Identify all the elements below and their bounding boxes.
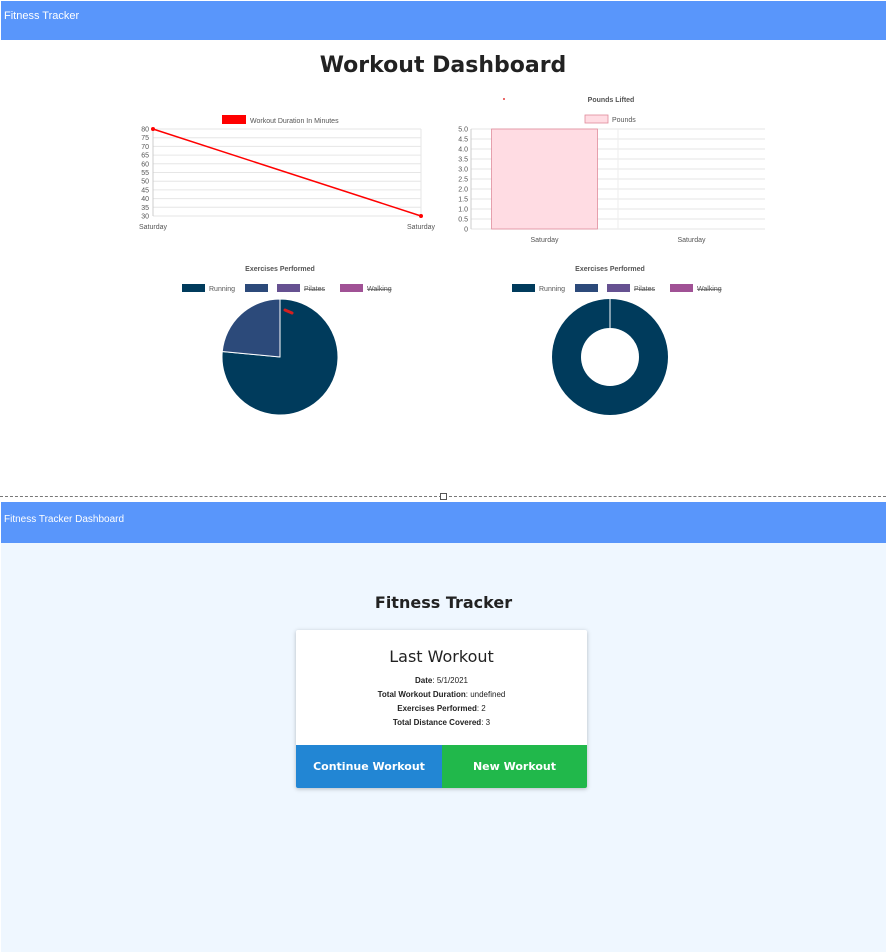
duration-value: : undefined [465,690,506,699]
legend-label: Pilates [304,286,326,293]
navbar-brand[interactable]: Fitness Tracker [4,10,79,22]
legend-label: Running [209,286,235,293]
duration-label: Total Workout Duration [377,690,466,699]
pounds-bar-chart: Pounds Lifted Pounds 5.0 4.5 4.0 3.5 3.0 2.5 2.0… [447,92,772,247]
legend-swatch [575,284,598,292]
top-navbar: Fitness Tracker [1,1,886,40]
legend-label: Running [539,286,565,293]
y-tick-label: 35 [141,205,149,212]
y-tick-label: 50 [141,179,149,186]
y-tick-label: 55 [141,170,149,177]
data-point [151,127,155,131]
y-tick-label: 70 [141,144,149,151]
chart-title: Exercises Performed [575,266,645,273]
distance-row: Total Distance Covered: 3 [296,718,587,727]
stray-dot [503,98,505,100]
y-tick-label: 75 [141,135,149,142]
y-tick-label: 1.5 [458,197,468,204]
y-tick-label: 3.5 [458,157,468,164]
y-tick-label: 2.0 [458,187,468,194]
date-value: : 5/1/2021 [432,676,468,685]
doughnut-hole [581,328,639,386]
legend-label: Walking [367,286,392,293]
y-tick-label: 2.5 [458,177,468,184]
bar [491,128,598,230]
chart-title: Pounds Lifted [588,97,635,104]
y-tick-label: 3.0 [458,167,468,174]
y-tick-label: 5.0 [458,127,468,134]
chart-title: Exercises Performed [245,266,315,273]
x-tick-label: Saturday [530,237,559,244]
tracker-title: Fitness Tracker [374,593,513,612]
last-workout-card: Last Workout Date: 5/1/2021 Total Workou… [296,630,587,788]
exercises-label: Exercises Performed [397,704,477,713]
x-tick-label: Saturday [677,237,706,244]
duration-row: Total Workout Duration: undefined [296,690,587,699]
distance-label: Total Distance Covered [392,718,482,727]
legend-swatch [584,114,609,124]
pie-slice [221,298,281,358]
data-point [419,214,423,218]
duration-line-chart: Workout Duration In Minutes 80 75 70 65 60 55 5… [130,108,440,238]
y-tick-label: 40 [141,196,149,203]
legend-swatch [182,284,205,292]
page-title: Workout Dashboard [319,53,567,78]
y-tick-label: 65 [141,153,149,160]
legend-swatch [222,115,246,124]
legend-label: Workout Duration In Minutes [250,118,339,125]
exercises-value: : 2 [476,704,486,713]
legend-swatch [670,284,693,292]
y-tick-label: 80 [141,127,149,134]
y-tick-label: 30 [141,214,149,221]
legend-label: Pilates [634,286,656,293]
date-row: Date: 5/1/2021 [296,676,587,685]
y-tick-label: 45 [141,187,149,194]
new-workout-button[interactable]: New Workout [442,745,587,788]
second-navbar: Fitness Tracker Dashboard [1,502,886,543]
exercises-row: Exercises Performed: 2 [296,704,587,713]
y-tick-label: 1.0 [458,207,468,214]
y-tick-label: 0 [464,227,468,234]
exercises-doughnut-chart: Exercises Performed Running Pilates Walking [505,262,722,422]
legend-label: Walking [697,286,722,293]
legend-swatch [512,284,535,292]
exercises-pie-chart: Exercises Performed Running Pilates Walking [175,262,392,422]
y-tick-label: 4.5 [458,137,468,144]
legend-swatch [277,284,300,292]
resize-handle[interactable] [440,493,447,500]
y-tick-label: 60 [141,161,149,168]
date-label: Date [415,676,433,685]
card-heading: Last Workout [389,647,494,666]
legend-swatch [245,284,268,292]
x-tick-label: Saturday [407,224,436,231]
legend-swatch [607,284,630,292]
legend-label: Pounds [612,117,636,124]
navbar-brand-dashboard[interactable]: Fitness Tracker Dashboard [4,514,124,525]
legend-swatch [340,284,363,292]
distance-value: : 3 [481,718,491,727]
continue-workout-button[interactable]: Continue Workout [296,745,442,788]
y-tick-label: 4.0 [458,147,468,154]
x-tick-label: Saturday [139,224,168,231]
tracker-panel: Fitness Tracker Dashboard Fitness Tracke… [1,502,886,952]
y-tick-label: 0.5 [458,217,468,224]
